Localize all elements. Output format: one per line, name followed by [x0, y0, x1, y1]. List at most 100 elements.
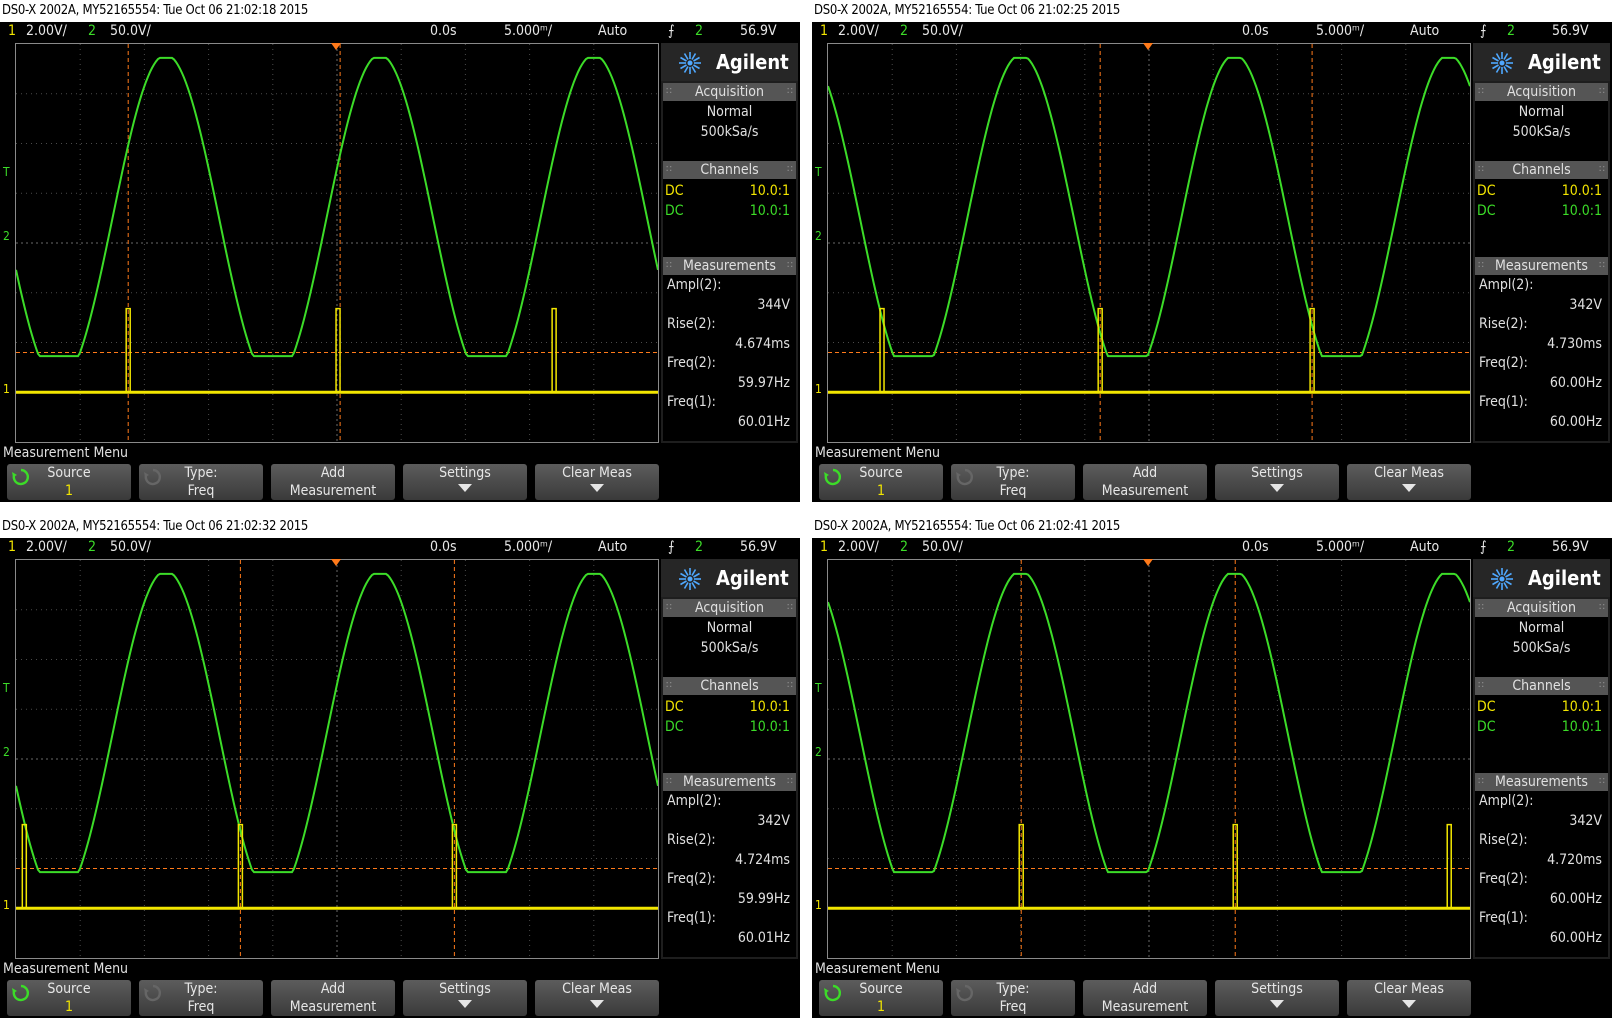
- type-softkey[interactable]: Type: Freq: [139, 464, 263, 500]
- add-measurement-softkey[interactable]: Add Measurement: [1083, 464, 1207, 500]
- waveform-svg: [16, 560, 658, 958]
- softkey-label: Add: [1132, 465, 1158, 481]
- horizontal-delay[interactable]: 0.0s: [430, 538, 457, 557]
- horizontal-delay[interactable]: 0.0s: [430, 22, 457, 41]
- trigger-slope-icon[interactable]: ⨍: [1480, 22, 1487, 41]
- trigger-source[interactable]: 2: [1507, 538, 1515, 557]
- measurements-header: ∷ ∷ Measurements: [1475, 257, 1608, 275]
- horizontal-delay[interactable]: 0.0s: [1242, 538, 1269, 557]
- ch2-number[interactable]: 2: [88, 538, 96, 557]
- ch1-number[interactable]: 1: [820, 22, 828, 41]
- trigger-slope-icon[interactable]: ⨍: [668, 538, 675, 557]
- add-measurement-softkey[interactable]: Add Measurement: [1083, 980, 1207, 1016]
- measurement-label: Freq(2):: [1479, 355, 1528, 371]
- ch1-number[interactable]: 1: [8, 538, 16, 557]
- trigger-mode[interactable]: Auto: [598, 538, 627, 557]
- timebase[interactable]: 5.000ᵐ/: [1316, 538, 1364, 557]
- clear-meas-softkey[interactable]: Clear Meas: [1347, 464, 1471, 500]
- source-softkey[interactable]: Source 1: [819, 464, 943, 500]
- trigger-slope-icon[interactable]: ⨍: [668, 22, 675, 41]
- timebase[interactable]: 5.000ᵐ/: [504, 22, 552, 41]
- type-softkey[interactable]: Type: Freq: [139, 980, 263, 1016]
- ch2-coupling: DC: [665, 719, 684, 735]
- clear-meas-softkey[interactable]: Clear Meas: [1347, 980, 1471, 1016]
- source-softkey[interactable]: Source 1: [7, 464, 131, 500]
- ch1-ground-marker: 1: [815, 382, 822, 397]
- add-measurement-softkey[interactable]: Add Measurement: [271, 464, 395, 500]
- type-softkey[interactable]: Type: Freq: [951, 464, 1075, 500]
- ch2-number[interactable]: 2: [900, 22, 908, 41]
- source-softkey[interactable]: Source 1: [7, 980, 131, 1016]
- submenu-arrow-icon: [1402, 484, 1416, 492]
- status-bar: 1 2.00V/2 50.0V/0.0s 5.000ᵐ/Auto ⨍ 2 56.9V: [812, 538, 1612, 557]
- settings-softkey[interactable]: Settings: [1215, 980, 1339, 1016]
- grip-icon: ∷: [666, 602, 672, 613]
- trigger-level[interactable]: 56.9V: [1552, 22, 1589, 41]
- trigger-source[interactable]: 2: [695, 538, 703, 557]
- add-measurement-softkey[interactable]: Add Measurement: [271, 980, 395, 1016]
- ch2-scale[interactable]: 50.0V/: [110, 538, 151, 557]
- type-softkey[interactable]: Type: Freq: [951, 980, 1075, 1016]
- ch2-scale[interactable]: 50.0V/: [922, 538, 963, 557]
- settings-softkey[interactable]: Settings: [1215, 464, 1339, 500]
- ch2-number[interactable]: 2: [900, 538, 908, 557]
- horizontal-delay[interactable]: 0.0s: [1242, 22, 1269, 41]
- settings-softkey[interactable]: Settings: [403, 980, 527, 1016]
- ch1-number[interactable]: 1: [820, 538, 828, 557]
- timebase[interactable]: 5.000ᵐ/: [504, 538, 552, 557]
- agilent-logo-icon: [679, 568, 701, 590]
- ch2-trace: [828, 572, 1470, 874]
- ch1-probe-ratio: 10.0:1: [1561, 699, 1602, 715]
- measurement-item: Ampl(2): 344V: [663, 275, 792, 314]
- waveform-display[interactable]: [827, 43, 1471, 443]
- grip-icon: ∷: [1599, 86, 1605, 97]
- trigger-level[interactable]: 56.9V: [740, 22, 777, 41]
- ch1-coupling: DC: [665, 183, 684, 199]
- trigger-source[interactable]: 2: [1507, 22, 1515, 41]
- measurement-label: Freq(2):: [667, 355, 716, 371]
- softkey-label: Clear Meas: [562, 981, 632, 997]
- ch2-coupling: DC: [1477, 203, 1496, 219]
- trigger-mode[interactable]: Auto: [598, 22, 627, 41]
- trigger-mode[interactable]: Auto: [1410, 22, 1439, 41]
- ch2-number[interactable]: 2: [88, 22, 96, 41]
- waveform-display[interactable]: [15, 43, 659, 443]
- ch1-scale[interactable]: 2.00V/: [26, 538, 67, 557]
- softkey-value: Measurement: [289, 999, 377, 1015]
- grip-icon: ∷: [666, 776, 672, 787]
- submenu-arrow-icon: [1402, 1000, 1416, 1008]
- trigger-mode[interactable]: Auto: [1410, 538, 1439, 557]
- measurement-item: Freq(2): 60.00Hz: [1475, 353, 1604, 392]
- grip-icon: ∷: [666, 260, 672, 271]
- ch1-coupling: DC: [1477, 699, 1496, 715]
- measurement-label: Ampl(2):: [667, 277, 722, 293]
- ch2-scale[interactable]: 50.0V/: [922, 22, 963, 41]
- timebase[interactable]: 5.000ᵐ/: [1316, 22, 1364, 41]
- ch1-scale[interactable]: 2.00V/: [838, 538, 879, 557]
- ch1-scale[interactable]: 2.00V/: [838, 22, 879, 41]
- ch1-scale[interactable]: 2.00V/: [26, 22, 67, 41]
- clear-meas-softkey[interactable]: Clear Meas: [535, 980, 659, 1016]
- settings-softkey[interactable]: Settings: [403, 464, 527, 500]
- waveform-display[interactable]: [827, 559, 1471, 959]
- measurement-value: 344V: [757, 297, 790, 313]
- grip-icon: ∷: [1599, 776, 1605, 787]
- clear-meas-softkey[interactable]: Clear Meas: [535, 464, 659, 500]
- source-softkey[interactable]: Source 1: [819, 980, 943, 1016]
- ch1-number[interactable]: 1: [8, 22, 16, 41]
- status-bar: 1 2.00V/2 50.0V/0.0s 5.000ᵐ/Auto ⨍ 2 56.9V: [0, 538, 800, 557]
- grip-icon: ∷: [787, 86, 793, 97]
- measurement-item: Rise(2): 4.724ms: [663, 830, 792, 869]
- ch2-scale[interactable]: 50.0V/: [110, 22, 151, 41]
- trigger-level[interactable]: 56.9V: [1552, 538, 1589, 557]
- measurement-value: 4.674ms: [735, 336, 790, 352]
- measurements-header: ∷ ∷ Measurements: [1475, 773, 1608, 791]
- trigger-source[interactable]: 2: [695, 22, 703, 41]
- trigger-slope-icon[interactable]: ⨍: [1480, 538, 1487, 557]
- agilent-logo-icon: [679, 52, 701, 74]
- channels-header: ∷ ∷ Channels: [1475, 161, 1608, 179]
- brand-name: Agilent: [1528, 566, 1601, 590]
- ch2-probe-ratio: 10.0:1: [749, 719, 790, 735]
- waveform-display[interactable]: [15, 559, 659, 959]
- trigger-level[interactable]: 56.9V: [740, 538, 777, 557]
